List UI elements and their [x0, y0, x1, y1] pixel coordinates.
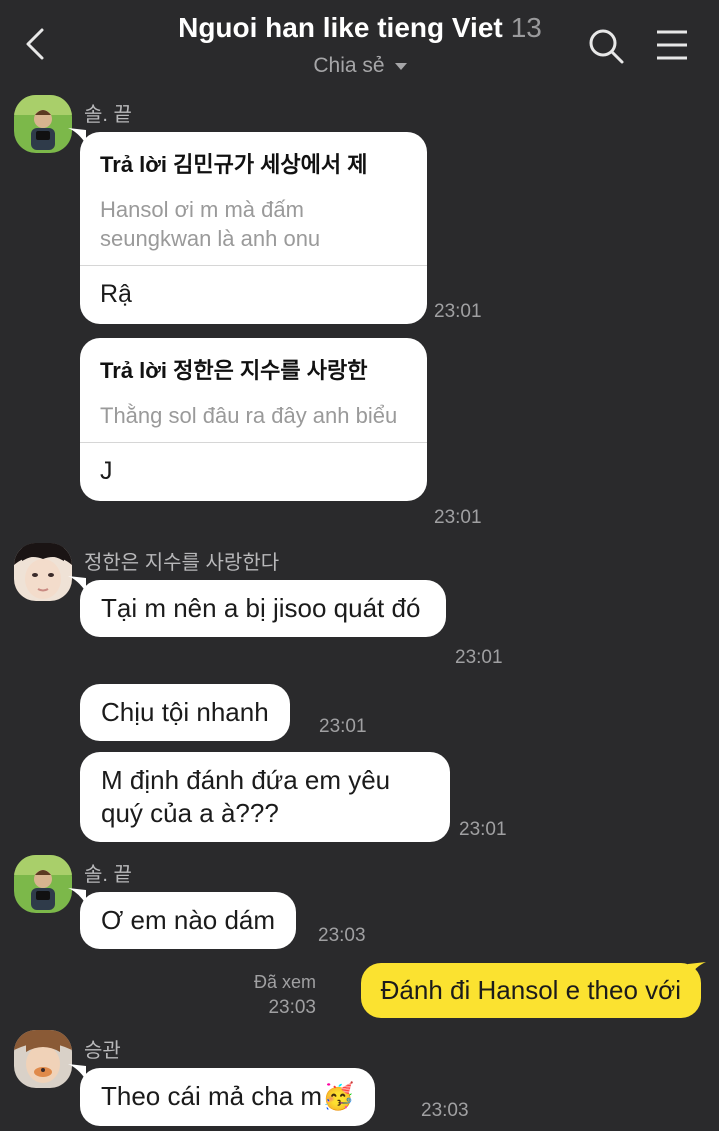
my-message-bubble[interactable]: Đánh đi Hansol e theo với: [360, 963, 701, 1018]
child-photo-avatar-icon: [14, 95, 72, 153]
message-bubble[interactable]: Chịu tội nhanh: [80, 684, 290, 741]
chevron-left-icon: [26, 28, 44, 60]
message-time: 23:03: [421, 1100, 469, 1121]
message-time: 23:01: [455, 647, 503, 668]
reply-to-label: Trả lời 김민규가 세상에서 제: [100, 152, 368, 177]
message-time: 23:03: [268, 997, 316, 1018]
message-text: Theo cái mả cha m: [101, 1081, 323, 1111]
message-time: 23:01: [434, 301, 482, 322]
message-bubble[interactable]: Tại m nên a bị jisoo quát đó: [80, 580, 446, 637]
search-button[interactable]: [584, 24, 628, 68]
sender-name: 승관: [84, 1040, 121, 1062]
message-text: Chịu tội nhanh: [101, 697, 269, 727]
avatar[interactable]: [14, 543, 72, 601]
menu-button[interactable]: [652, 26, 692, 66]
message-bubble[interactable]: M định đánh đứa em yêu quý của a à???: [80, 752, 450, 842]
message-bubble[interactable]: Theo cái mả cha m🥳: [80, 1068, 376, 1126]
message-text: J: [100, 457, 113, 485]
message-time: 23:01: [319, 716, 367, 737]
message-text: Đánh đi Hansol e theo với: [380, 975, 681, 1005]
child-photo-avatar-icon: [14, 855, 72, 913]
seen-label: Đã xem: [253, 972, 316, 992]
message-time: 23:01: [434, 507, 482, 528]
message-time: 23:03: [318, 925, 366, 946]
share-label: Chia sẻ: [313, 54, 385, 77]
back-button[interactable]: [18, 26, 54, 62]
quoted-text: Hansol ơi m mà đấm seungkwan là anh onu: [100, 197, 321, 251]
message-text: M định đánh đứa em yêu quý của a à???: [101, 765, 391, 828]
share-dropdown[interactable]: Chia sẻ: [200, 54, 520, 78]
avatar[interactable]: [14, 1030, 72, 1088]
read-receipt: Đã xem 23:03: [230, 971, 316, 1019]
message-text: Ơ em nào dám: [101, 905, 276, 935]
reply-to-label: Trả lời 정한은 지수를 사랑한: [100, 358, 368, 383]
avatar[interactable]: [14, 855, 72, 913]
message-bubble[interactable]: Ơ em nào dám: [80, 892, 297, 949]
reply-message-bubble[interactable]: Trả lời 김민규가 세상에서 제 Hansol ơi m mà đấm s…: [80, 132, 427, 324]
member-count: 13: [510, 12, 542, 43]
chat-title[interactable]: Nguoi han like tieng Viet 13: [120, 12, 600, 44]
quoted-text: Thằng sol đâu ra đây anh biểu: [100, 403, 398, 428]
message-text: Tại m nên a bị jisoo quát đó: [101, 593, 421, 623]
sender-name: 정한은 지수를 사랑한다: [84, 552, 280, 574]
party-face-emoji: 🥳: [322, 1082, 355, 1112]
message-time: 23:01: [459, 819, 507, 840]
room-name: Nguoi han like tieng Viet: [178, 12, 503, 43]
caret-down-icon: [394, 62, 407, 70]
search-icon: [589, 29, 624, 64]
hamburger-menu-icon: [657, 30, 687, 60]
sender-name: 솔. 끝: [84, 864, 132, 886]
chat-header: Nguoi han like tieng Viet 13 Chia sẻ: [0, 0, 719, 92]
avatar[interactable]: [14, 95, 72, 153]
sender-name: 솔. 끝: [84, 104, 132, 126]
person-photo-avatar-icon: [14, 1030, 72, 1088]
message-text: Rậ: [100, 280, 132, 308]
bubble-tail: [688, 962, 706, 978]
person-photo-avatar-icon: [14, 543, 72, 601]
reply-message-bubble[interactable]: Trả lời 정한은 지수를 사랑한 Thằng sol đâu ra đây…: [80, 338, 427, 501]
